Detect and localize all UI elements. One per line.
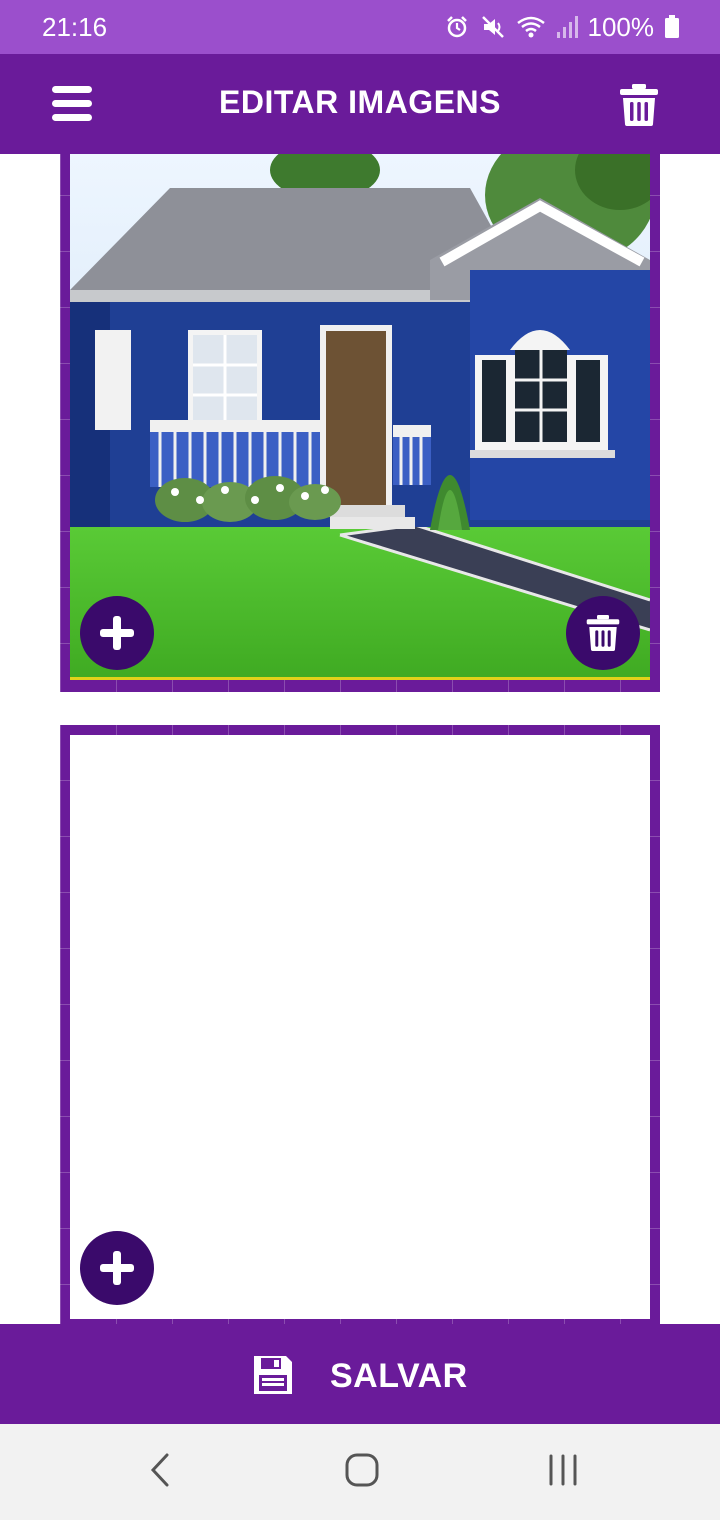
image-card [60, 154, 660, 692]
home-icon[interactable] [344, 1452, 380, 1493]
status-time: 21:16 [42, 12, 108, 42]
back-icon[interactable] [148, 1452, 172, 1493]
system-nav-bar [0, 1424, 720, 1520]
trash-icon [586, 615, 620, 651]
alarm-icon [444, 14, 470, 40]
add-image-button[interactable] [80, 596, 154, 670]
trash-icon[interactable] [618, 82, 660, 128]
save-label: SALVAR [330, 1357, 468, 1395]
empty-image-slot [70, 735, 650, 1319]
signal-icon [556, 14, 578, 40]
page-title: EDITAR IMAGENS [219, 84, 501, 120]
app-bar: EDITAR IMAGENS [0, 54, 720, 154]
save-button[interactable]: SALVAR [0, 1324, 720, 1424]
plus-icon [100, 616, 134, 650]
add-image-button[interactable] [80, 1231, 154, 1305]
mute-icon [480, 14, 506, 40]
status-bar: 21:16 100% [0, 0, 720, 54]
floppy-disk-icon [254, 1356, 292, 1394]
image-card [60, 725, 660, 1324]
plus-icon [100, 1251, 134, 1285]
wifi-icon [516, 14, 546, 40]
battery-icon [664, 14, 680, 40]
house-photo [70, 154, 650, 680]
battery-level: 100% [587, 11, 655, 42]
delete-image-button[interactable] [566, 596, 640, 670]
recents-icon[interactable] [546, 1452, 580, 1493]
status-icons: 100% [444, 10, 681, 44]
image-list [0, 154, 720, 1324]
image-frame [70, 154, 650, 680]
